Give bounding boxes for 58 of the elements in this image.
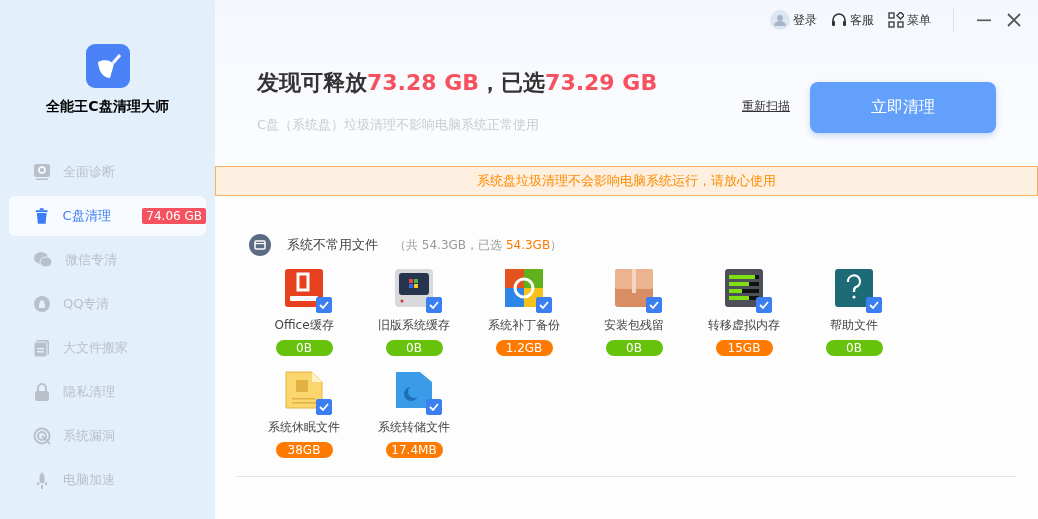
avatar-icon bbox=[770, 10, 790, 30]
toolbar-link-label: 客服 bbox=[850, 11, 874, 29]
sidebar-item[interactable]: C盘清理 74.06 GB bbox=[9, 196, 206, 236]
toolbar-link[interactable]: 菜单 bbox=[888, 11, 931, 29]
group-title: 系统不常用文件 bbox=[287, 236, 378, 254]
file-category-label: 系统休眠文件 bbox=[268, 419, 340, 436]
checkbox[interactable] bbox=[426, 399, 442, 415]
grid-icon bbox=[888, 12, 904, 28]
toolbar-link[interactable]: 客服 bbox=[831, 11, 874, 29]
broom-logo-icon bbox=[85, 44, 130, 88]
size-pill: 0B bbox=[605, 340, 663, 356]
radar-icon bbox=[33, 427, 51, 445]
office-icon bbox=[284, 268, 324, 308]
file-category-label: 帮助文件 bbox=[830, 317, 878, 334]
size-pill: 17.4MB bbox=[385, 442, 443, 458]
file-category-label: 安装包残留 bbox=[604, 317, 664, 334]
toolbar-link[interactable]: 登录 bbox=[770, 10, 817, 30]
clean-now-button[interactable]: 立即清理 bbox=[810, 82, 996, 133]
result-heading: 发现可释放73.28 GB，已选73.29 GB bbox=[257, 69, 658, 97]
size-pill: 0B bbox=[275, 340, 333, 356]
folder-moon-icon bbox=[394, 370, 434, 410]
checkbox[interactable] bbox=[426, 297, 442, 313]
folder-icon bbox=[249, 234, 271, 256]
package-icon bbox=[614, 268, 654, 308]
checkbox[interactable] bbox=[316, 399, 332, 415]
size-pill: 38GB bbox=[275, 442, 333, 458]
group-summary: （共 54.3GB，已选 54.3GB） bbox=[394, 236, 563, 254]
document-icon bbox=[284, 370, 324, 410]
size-pill: 1.2GB bbox=[495, 340, 553, 356]
checkbox[interactable] bbox=[866, 297, 882, 313]
lock-icon bbox=[33, 383, 51, 401]
toolbar-link-label: 登录 bbox=[793, 11, 817, 29]
notice-banner: 系统盘垃圾清理不会影响电脑系统运行，请放心使用 bbox=[215, 166, 1038, 196]
document-icon bbox=[33, 339, 51, 357]
file-category-label: Office缓存 bbox=[274, 317, 334, 334]
toolbar-link-label: 菜单 bbox=[907, 11, 931, 29]
file-category-label: 系统转储文件 bbox=[378, 419, 450, 436]
memory-bars-icon bbox=[724, 268, 764, 308]
close-icon[interactable] bbox=[1006, 12, 1022, 28]
question-icon bbox=[834, 268, 874, 308]
checkbox[interactable] bbox=[536, 297, 552, 313]
file-category-label: 旧版系统缓存 bbox=[378, 317, 450, 334]
size-pill: 0B bbox=[825, 340, 883, 356]
checkbox[interactable] bbox=[646, 297, 662, 313]
file-category-label: 转移虚拟内存 bbox=[708, 317, 780, 334]
headset-icon bbox=[831, 12, 847, 28]
chat-icon bbox=[33, 251, 53, 269]
size-pill: 15GB bbox=[715, 340, 773, 356]
monitor-icon bbox=[394, 268, 434, 308]
checkbox[interactable] bbox=[756, 297, 772, 313]
checkbox[interactable] bbox=[316, 297, 332, 313]
size-pill: 0B bbox=[385, 340, 443, 356]
trash-icon bbox=[33, 207, 51, 225]
size-badge: 74.06 GB bbox=[142, 208, 206, 224]
file-category-label: 系统补丁备份 bbox=[488, 317, 560, 334]
rescan-link[interactable]: 重新扫描 bbox=[742, 98, 790, 115]
app-name: 全能王C盘清理大师 bbox=[46, 98, 169, 116]
windows-refresh-icon bbox=[504, 268, 544, 308]
